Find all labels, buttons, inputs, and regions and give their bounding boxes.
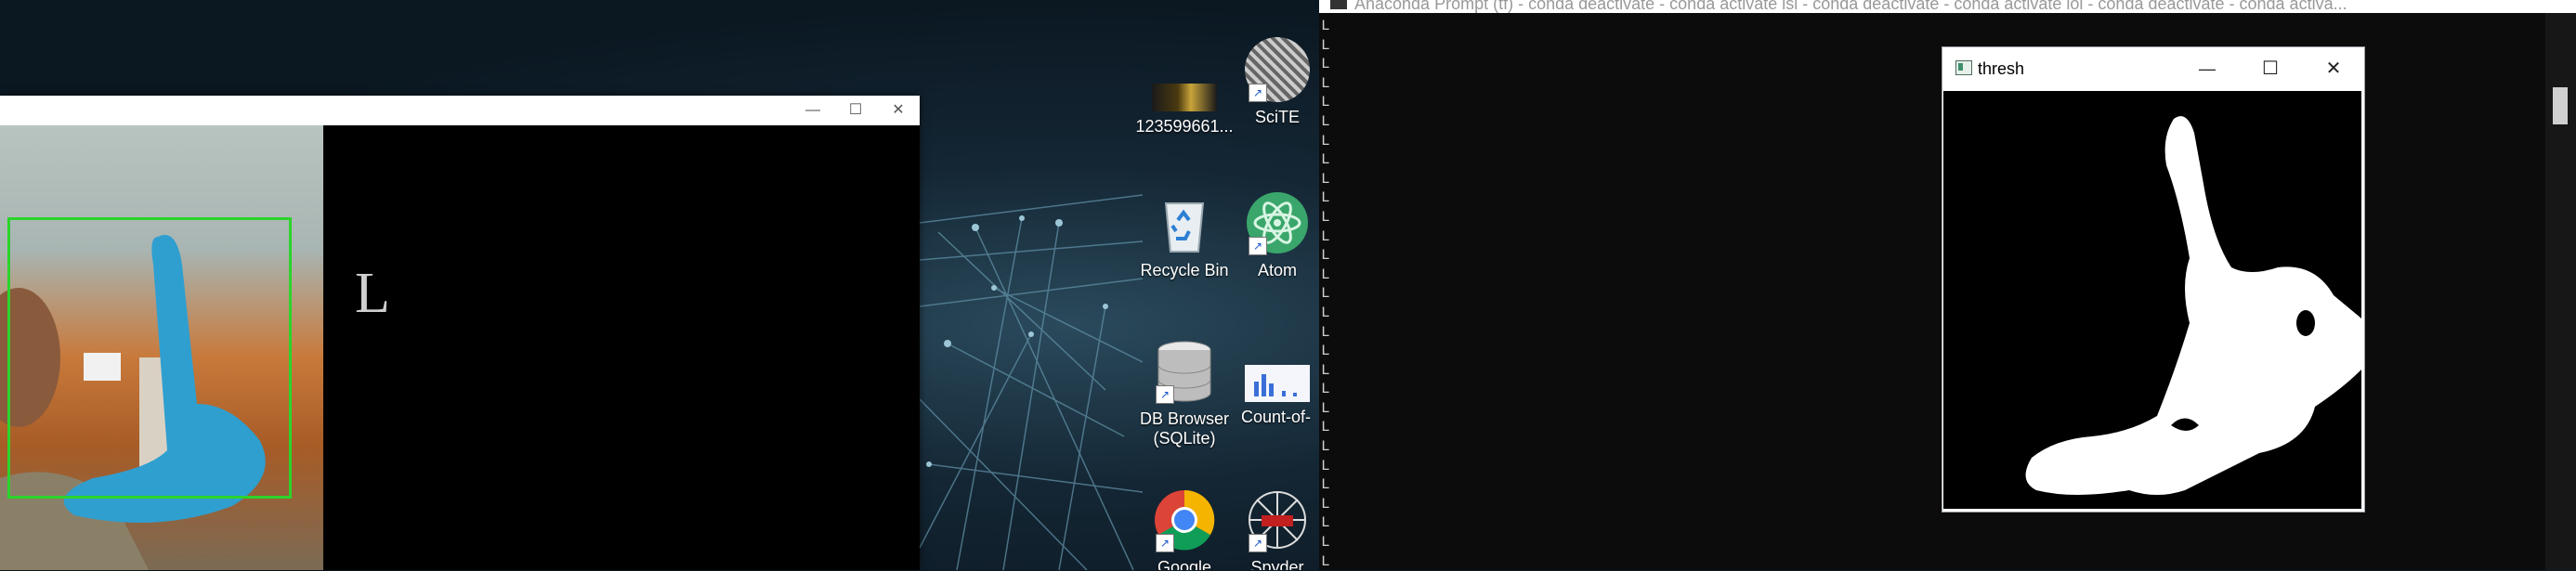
console-line: L <box>1321 304 1330 321</box>
camera-window-titlebar[interactable]: — ☐ ✕ <box>0 96 920 126</box>
spyder-icon: ↗ <box>1245 487 1310 552</box>
desktop-icon-db-browser[interactable]: ↗ DB Browser (SQLite) <box>1129 339 1240 448</box>
camera-window: — ☐ ✕ L <box>0 96 920 570</box>
desktop-icon-atom[interactable]: ↗ Atom <box>1236 190 1319 280</box>
desktop-icon-label: 123599661... <box>1135 117 1234 136</box>
console-line: L <box>1321 381 1330 398</box>
console-app-icon <box>1330 0 1347 9</box>
console-line: L <box>1321 285 1330 303</box>
console-line: L <box>1321 266 1330 283</box>
console-line: L <box>1321 208 1330 226</box>
console-line: L <box>1321 74 1330 92</box>
shortcut-arrow-icon: ↗ <box>1249 84 1267 102</box>
desktop-icon-label: SciTE <box>1254 108 1300 126</box>
predicted-letter: L <box>355 262 390 325</box>
desktop-icon-label: Spyder <box>1250 558 1304 570</box>
console-line: L <box>1321 112 1330 130</box>
close-button[interactable]: ✕ <box>877 96 920 125</box>
console-scrollbar[interactable] <box>2545 13 2576 570</box>
webcam-feed <box>0 125 323 570</box>
scrollbar-thumb[interactable] <box>2553 87 2568 124</box>
shortcut-arrow-icon: ↗ <box>1249 534 1267 552</box>
console-line: L <box>1321 514 1330 532</box>
console-line: L <box>1321 343 1330 360</box>
shortcut-arrow-icon: ↗ <box>1249 237 1267 255</box>
console-line: L <box>1321 457 1330 474</box>
console-line: L <box>1321 438 1330 456</box>
console-line: L <box>1321 94 1330 111</box>
shortcut-arrow-icon: ↗ <box>1156 385 1174 404</box>
console-line: L <box>1321 247 1330 265</box>
scite-icon: ↗ <box>1245 37 1310 102</box>
console-line: L <box>1321 18 1330 34</box>
desktop-icon-chrome[interactable]: ↗ Google <box>1129 487 1240 570</box>
chart-file-icon <box>1245 365 1310 402</box>
close-button[interactable]: ✕ <box>2312 54 2355 84</box>
atom-icon: ↗ <box>1245 190 1310 255</box>
maximize-button[interactable]: ☐ <box>2249 54 2292 84</box>
console-line: L <box>1321 170 1330 188</box>
console-title: Anaconda Prompt (tf) - conda deactivate … <box>1354 0 2347 13</box>
console-line: L <box>1321 399 1330 417</box>
image-file-icon <box>1152 84 1217 111</box>
minimize-button[interactable]: — <box>791 96 834 125</box>
desktop-icon-recycle-bin[interactable]: Recycle Bin <box>1129 190 1240 280</box>
desktop-icon-count-file[interactable]: Count-of- <box>1236 357 1319 427</box>
camera-window-body: L <box>0 125 920 570</box>
database-icon: ↗ <box>1152 339 1217 404</box>
desktop-icon-label: DB Browser (SQLite) <box>1139 409 1230 448</box>
desktop-icon-scite[interactable]: ↗ SciTE <box>1236 37 1319 127</box>
console-line: L <box>1321 323 1330 341</box>
thresh-titlebar[interactable]: thresh — ☐ ✕ <box>1942 47 2364 90</box>
desktop-icon-label: Google <box>1157 558 1212 570</box>
console-line: L <box>1321 476 1330 494</box>
console-line: L <box>1321 419 1330 436</box>
console-line: L <box>1321 495 1330 513</box>
network-wallpaper-graphic <box>920 194 1143 570</box>
console-line: L <box>1321 227 1330 245</box>
console-line: L <box>1321 361 1330 379</box>
console-line: L <box>1321 36 1330 54</box>
desktop-icon-label: Recycle Bin <box>1140 261 1229 279</box>
desktop-icon-image-file[interactable]: 123599661... <box>1129 65 1240 136</box>
console-line: L <box>1321 534 1330 552</box>
threshold-mask-image <box>1943 91 2361 509</box>
thresh-title: thresh <box>1978 59 2025 78</box>
console-line: L <box>1321 552 1330 570</box>
recycle-bin-icon <box>1152 190 1217 255</box>
shortcut-arrow-icon: ↗ <box>1156 534 1174 552</box>
minimize-button[interactable]: — <box>2186 54 2229 84</box>
console-titlebar[interactable]: Anaconda Prompt (tf) - conda deactivate … <box>1319 0 2576 13</box>
desktop-icon-label: Count-of- <box>1241 408 1312 426</box>
desktop-icon-label: Atom <box>1257 261 1297 279</box>
console-line: L <box>1321 189 1330 207</box>
console-line: L <box>1321 56 1330 73</box>
console-line: L <box>1321 132 1330 149</box>
desktop-icon-spyder[interactable]: ↗ Spyder <box>1236 487 1319 570</box>
hand-roi-box <box>7 217 292 499</box>
thresh-window: thresh — ☐ ✕ <box>1942 46 2365 513</box>
maximize-button[interactable]: ☐ <box>834 96 877 125</box>
console-output: LLLLLLLLLLLLLLLLLLLLLLLLLLLLL <box>1321 17 1332 571</box>
console-line: L <box>1321 151 1330 169</box>
chrome-icon: ↗ <box>1152 487 1217 552</box>
window-app-icon <box>1955 60 1972 75</box>
